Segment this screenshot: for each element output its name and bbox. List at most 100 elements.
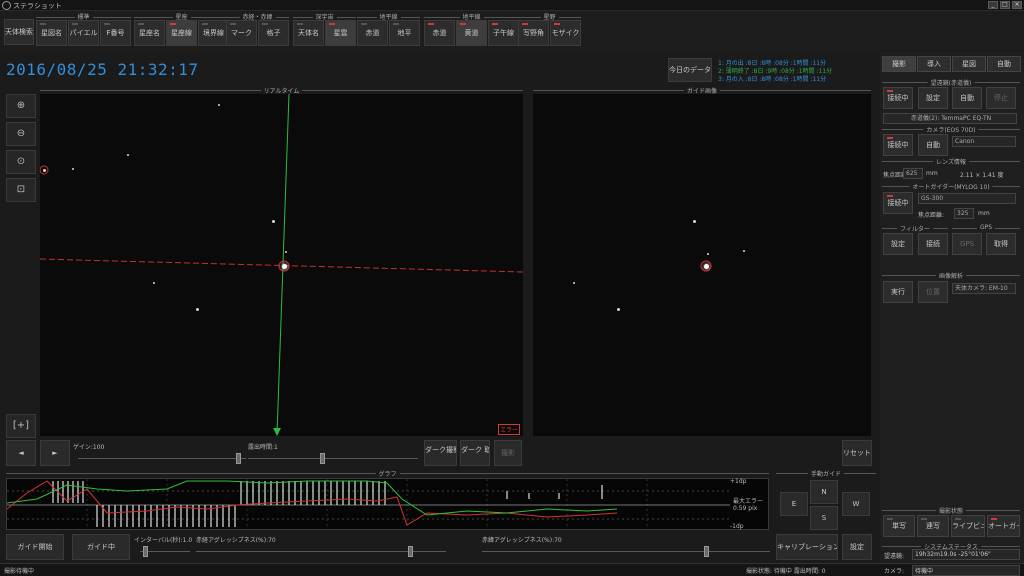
status-led-icon — [554, 23, 560, 25]
autoguider-connect-button[interactable]: 接続中 — [883, 192, 913, 214]
toolbar-button[interactable]: 星座線 — [166, 20, 197, 46]
plate-solve-select[interactable]: 天体カメラ: EM-10 — [952, 283, 1016, 294]
south-button[interactable]: S — [810, 506, 838, 530]
maximize-button[interactable]: □ — [1000, 1, 1010, 9]
single-shot-button[interactable]: 単写 — [883, 515, 915, 537]
west-button[interactable]: W — [842, 492, 870, 516]
guiding-label: ガイド中 — [87, 543, 115, 551]
mount-search-button[interactable]: 天体検索 — [4, 19, 34, 45]
camera-select[interactable]: Canon — [952, 136, 1016, 147]
graph-label: グラフ — [375, 469, 400, 478]
capture-button[interactable]: 撮影 — [494, 440, 522, 466]
filter-connect-button[interactable]: 接続 — [918, 233, 948, 255]
camera-auto-button[interactable]: 自動 — [918, 134, 948, 156]
toolbar-button[interactable]: F番号 — [100, 20, 131, 46]
plate-solve-position-button[interactable]: 位置 — [918, 281, 948, 303]
east-button[interactable]: E — [780, 492, 808, 516]
star — [285, 251, 287, 253]
tab-auto[interactable]: 自動 — [987, 56, 1021, 72]
toolbar-button[interactable]: 星座名 — [134, 20, 165, 46]
toolbar-button[interactable]: 星雲 — [325, 20, 356, 46]
status-led-icon — [72, 23, 78, 25]
plate-solve-run-button[interactable]: 実行 — [883, 281, 913, 303]
calibration-button[interactable]: キャリブレーション — [776, 534, 838, 560]
dec-trace — [7, 480, 618, 516]
zoom-reset-icon: ⊙ — [16, 156, 26, 167]
tab-starmap[interactable]: 星図 — [952, 56, 986, 72]
toolbar-button[interactable]: 赤道 — [424, 20, 455, 46]
frame-button[interactable]: [+] — [6, 414, 36, 438]
app-title: ステラショット — [13, 2, 62, 10]
toolbar-button[interactable]: 地平 — [389, 20, 420, 46]
live-view-frame: リアルタイム — [40, 86, 523, 95]
close-button[interactable]: × — [1012, 1, 1022, 9]
toolbar-button[interactable]: マーク — [226, 20, 257, 46]
tab-capture[interactable]: 撮影 — [882, 56, 916, 72]
ra-slider-thumb[interactable] — [408, 546, 413, 557]
prev-button[interactable]: ◄ — [6, 440, 36, 466]
status-led-icon — [522, 23, 528, 25]
gps-acquire-button[interactable]: 取得 — [986, 233, 1016, 255]
interval-slider-thumb[interactable] — [143, 546, 148, 557]
toolbar-button[interactable]: 格子 — [258, 20, 289, 46]
north-button[interactable]: N — [810, 480, 838, 504]
mount-connect-button[interactable]: 接続中 — [883, 87, 913, 109]
today-data-button[interactable]: 今日のデータ — [668, 58, 712, 82]
guide-view[interactable] — [533, 94, 871, 436]
toolbar-button[interactable]: 天体名 — [293, 20, 324, 46]
gain-slider-thumb[interactable] — [236, 453, 241, 464]
star — [43, 169, 46, 172]
zoom-fit-button[interactable]: ⊡ — [6, 178, 36, 202]
dark-acquire-button[interactable]: ダーク 取得 — [460, 440, 490, 466]
zoom-out-button[interactable]: ⊖ — [6, 122, 36, 146]
guide-start-button[interactable]: ガイド開始 — [6, 534, 64, 560]
reset-button[interactable]: リセット — [842, 440, 872, 466]
guide-star — [282, 264, 287, 269]
status-left: 撮影待機中 — [4, 568, 35, 575]
mount-auto-button[interactable]: 自動 — [952, 87, 982, 109]
zoom-in-button[interactable]: ⊕ — [6, 94, 36, 118]
camera-connect-button[interactable]: 接続中 — [883, 134, 913, 156]
toolbar-button[interactable]: モザイク — [550, 20, 581, 46]
toolbar-button[interactable]: 黄道 — [456, 20, 487, 46]
live-view[interactable]: エラー — [40, 94, 523, 436]
mount-stop-button[interactable]: 停止 — [986, 87, 1016, 109]
filter-settings-button[interactable]: 設定 — [883, 233, 913, 255]
star — [693, 220, 696, 223]
graph-lower-label: -1dp — [730, 523, 744, 530]
tab-goto[interactable]: 導入 — [917, 56, 951, 72]
toolbar-button-label: 赤道 — [365, 29, 380, 37]
toolbar-button[interactable]: パイエル — [68, 20, 99, 46]
toolbar-button[interactable]: 赤道 — [357, 20, 388, 46]
camera-connect-label: 接続中 — [887, 141, 909, 149]
mount-settings-button[interactable]: 設定 — [918, 87, 948, 109]
toolbar-button-label: 星雲 — [333, 29, 348, 37]
toolbar-button[interactable]: 写野角 — [518, 20, 549, 46]
toolbar-button[interactable]: 子午線 — [488, 20, 519, 46]
status-led-icon — [138, 23, 144, 25]
autoguider-select[interactable]: GS-300 — [918, 193, 1016, 204]
autoguide-button[interactable]: オートガイド — [987, 515, 1020, 537]
zoom-reset-button[interactable]: ⊙ — [6, 150, 36, 174]
status-led-icon — [361, 23, 367, 25]
status-led-icon — [428, 23, 434, 25]
toolbar-button[interactable]: 星図名 — [36, 20, 67, 46]
guide-settings-button[interactable]: 設定 — [842, 534, 872, 560]
dark-capture-button[interactable]: ダーク撮影 開始 — [424, 440, 457, 466]
exposure-slider-thumb[interactable] — [320, 453, 325, 464]
lens-section-label: レンズ情報 — [933, 157, 969, 166]
lens-section: レンズ情報 — [882, 157, 1020, 166]
dec-slider-thumb[interactable] — [704, 546, 709, 557]
next-button[interactable]: ► — [40, 440, 70, 466]
live-view-button[interactable]: ライブビュー — [951, 515, 985, 537]
ag-focal-input[interactable]: 325 — [954, 208, 974, 219]
gps-button[interactable]: GPS — [952, 233, 982, 255]
focal-length-input[interactable]: 625 — [903, 168, 923, 179]
continuous-button[interactable]: 連写 — [917, 515, 949, 537]
ag-focal-unit: mm — [978, 210, 990, 217]
guiding-button[interactable]: ガイド中 — [72, 534, 130, 560]
toolbar-button[interactable]: 境界線 — [198, 20, 229, 46]
minimize-button[interactable]: _ — [988, 1, 998, 9]
telescope-status-label: 望遠鏡: — [884, 553, 905, 560]
exposure-label: 露出時間:1 — [248, 444, 278, 451]
